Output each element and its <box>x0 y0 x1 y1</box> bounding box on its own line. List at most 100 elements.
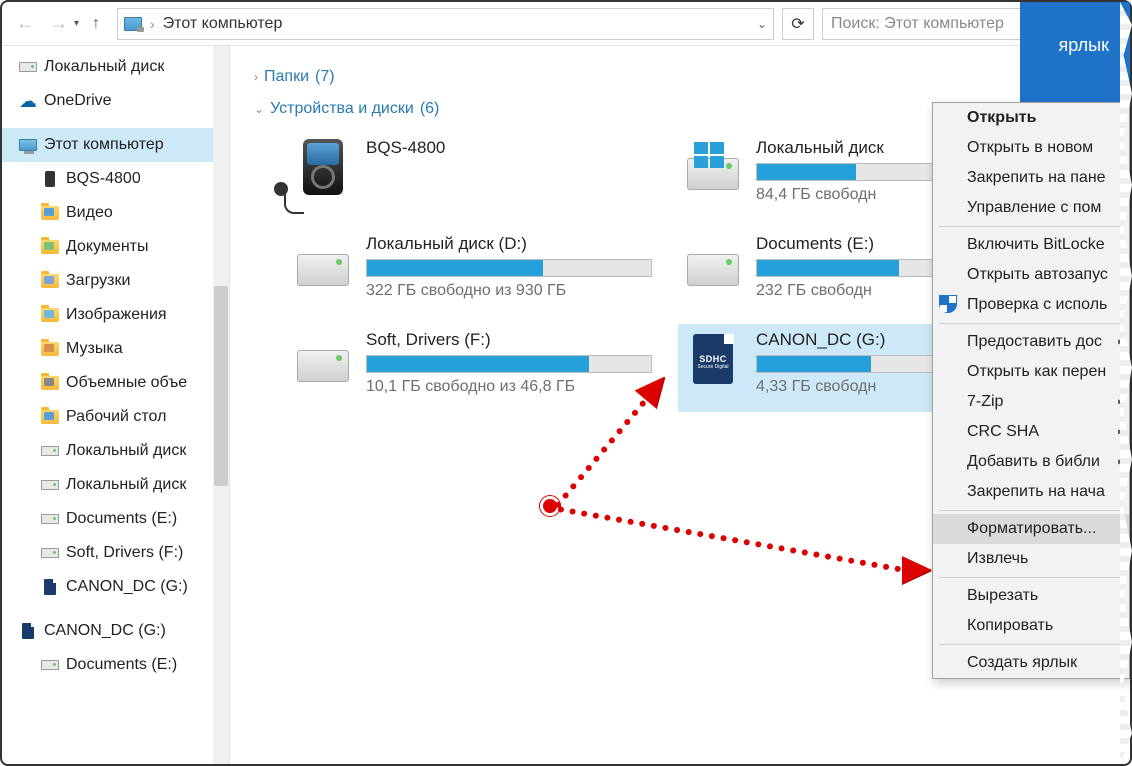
tree-item[interactable]: Объемные объе <box>2 366 229 400</box>
tree-item[interactable]: Изображения <box>2 298 229 332</box>
tree-item[interactable]: Загрузки <box>2 264 229 298</box>
tree-item[interactable]: CANON_DC (G:) <box>2 570 229 604</box>
tree-item[interactable]: ☁OneDrive <box>2 84 229 118</box>
tree-item[interactable]: BQS-4800 <box>2 162 229 196</box>
context-menu-item[interactable]: Открыть автозапус <box>933 260 1129 290</box>
section-folders-label: Папки <box>264 68 309 86</box>
tree-item[interactable]: Рабочий стол <box>2 400 229 434</box>
tree-item[interactable]: CANON_DC (G:) <box>2 614 229 648</box>
drive-free-text: 10,1 ГБ свободно из 46,8 ГБ <box>366 378 652 396</box>
sd-card-icon <box>40 579 60 595</box>
context-menu-item[interactable]: Копировать <box>933 611 1129 641</box>
context-menu-item[interactable]: Извлечь <box>933 544 1129 574</box>
drive-free-text: 322 ГБ свободно из 930 ГБ <box>366 282 652 300</box>
context-menu-item[interactable]: Закрепить на пане <box>933 163 1129 193</box>
capacity-bar <box>366 355 652 373</box>
tree-item-label: Этот компьютер <box>44 136 164 154</box>
folder-icon <box>40 239 60 255</box>
tree-item-label: BQS-4800 <box>66 170 141 188</box>
context-menu-item[interactable]: 7-Zip▸ <box>933 387 1129 417</box>
tree-item-label: Объемные объе <box>66 374 187 392</box>
folder-icon <box>40 341 60 357</box>
context-menu-item[interactable]: Вырезать <box>933 581 1129 611</box>
tree-item-label: Documents (E:) <box>66 510 177 528</box>
context-menu-item[interactable]: Форматировать... <box>933 514 1129 544</box>
folder-icon <box>40 375 60 391</box>
context-menu-item[interactable]: Закрепить на нача <box>933 477 1129 507</box>
section-folders-count: (7) <box>315 68 335 86</box>
address-dropdown-icon[interactable]: ⌄ <box>757 17 767 31</box>
nav-forward-button[interactable]: → <box>44 9 74 39</box>
hard-drive-icon <box>684 234 742 292</box>
chevron-right-icon: › <box>254 70 258 84</box>
section-devices-count: (6) <box>420 100 440 118</box>
context-menu-item[interactable]: Добавить в библи▸ <box>933 447 1129 477</box>
drive-icon <box>40 545 60 561</box>
drive-item[interactable]: Soft, Drivers (F:) 10,1 ГБ свободно из 46… <box>288 324 658 412</box>
tree-item-label: Изображения <box>66 306 167 324</box>
pc-icon <box>124 17 142 31</box>
context-menu-item[interactable]: Управление с пом <box>933 193 1129 223</box>
mp3-player-icon <box>294 138 352 196</box>
hard-drive-icon <box>294 330 352 388</box>
sidebar-scrollbar[interactable] <box>213 46 229 764</box>
context-menu-item[interactable]: Открыть в новом <box>933 133 1129 163</box>
context-menu-item[interactable]: Предоставить дос▸ <box>933 327 1129 357</box>
pc-icon <box>18 137 38 153</box>
tree-item[interactable]: Этот компьютер <box>2 128 229 162</box>
nav-up-button[interactable]: ↑ <box>83 15 109 33</box>
navigation-bar: ← → ▾ ↑ › Этот компьютер ⌄ ⟳ Поиск: Этот… <box>2 2 1130 46</box>
context-title-badge: ярлык <box>1059 35 1109 56</box>
nav-back-button[interactable]: ← <box>10 9 40 39</box>
drive-icon <box>40 443 60 459</box>
folder-icon <box>40 205 60 221</box>
refresh-button[interactable]: ⟳ <box>782 8 814 40</box>
tree-item[interactable]: Локальный диск <box>2 468 229 502</box>
tree-item-label: Музыка <box>66 340 123 358</box>
context-menu-item[interactable]: Открыть как перен <box>933 357 1129 387</box>
search-placeholder: Поиск: Этот компьютер <box>831 15 1004 33</box>
menu-separator <box>939 226 1123 227</box>
drive-name: Локальный диск (D:) <box>366 234 652 254</box>
context-menu-item[interactable]: Проверка с исполь <box>933 290 1129 320</box>
context-menu-item[interactable]: Открыть <box>933 103 1129 133</box>
phone-icon <box>40 171 60 187</box>
drive-name: Soft, Drivers (F:) <box>366 330 652 350</box>
tree-item[interactable]: Документы <box>2 230 229 264</box>
torn-edge-decoration <box>1120 2 1132 764</box>
hard-drive-icon <box>294 234 352 292</box>
context-menu-item[interactable]: Создать ярлык <box>933 648 1129 678</box>
windows-drive-icon <box>684 138 742 196</box>
drive-item[interactable]: Локальный диск (D:) 322 ГБ свободно из 93… <box>288 228 658 316</box>
tree-item[interactable]: Видео <box>2 196 229 230</box>
tree-item-label: Локальный диск <box>66 476 186 494</box>
tree-item[interactable]: Soft, Drivers (F:) <box>2 536 229 570</box>
menu-separator <box>939 510 1123 511</box>
tree-item[interactable]: Музыка <box>2 332 229 366</box>
address-bar[interactable]: › Этот компьютер ⌄ <box>117 8 774 40</box>
drive-icon <box>18 59 38 75</box>
context-menu-item[interactable]: CRC SHA▸ <box>933 417 1129 447</box>
context-menu-item[interactable]: Включить BitLocke <box>933 230 1129 260</box>
onedrive-icon: ☁ <box>18 93 38 109</box>
address-location[interactable]: Этот компьютер <box>163 15 283 33</box>
drive-item[interactable]: BQS-4800 <box>288 132 658 220</box>
tree-item[interactable]: Documents (E:) <box>2 502 229 536</box>
section-folders[interactable]: › Папки (7) <box>254 68 1112 86</box>
tree-item[interactable]: Локальный диск <box>2 50 229 84</box>
tree-item-label: Soft, Drivers (F:) <box>66 544 183 562</box>
capacity-bar <box>366 259 652 277</box>
drive-icon <box>40 511 60 527</box>
drive-icon <box>40 657 60 673</box>
tree-item-label: CANON_DC (G:) <box>66 578 188 596</box>
drive-icon <box>40 477 60 493</box>
nav-history-dropdown[interactable]: ▾ <box>74 18 79 29</box>
scrollbar-thumb[interactable] <box>214 286 228 486</box>
tree-item-label: Documents (E:) <box>66 656 177 674</box>
tree-item[interactable]: Локальный диск <box>2 434 229 468</box>
tree-item[interactable]: Documents (E:) <box>2 648 229 682</box>
annotation-origin-dot <box>540 496 560 516</box>
tree-item-label: Видео <box>66 204 113 222</box>
section-devices-label: Устройства и диски <box>270 100 414 118</box>
folder-icon <box>40 307 60 323</box>
